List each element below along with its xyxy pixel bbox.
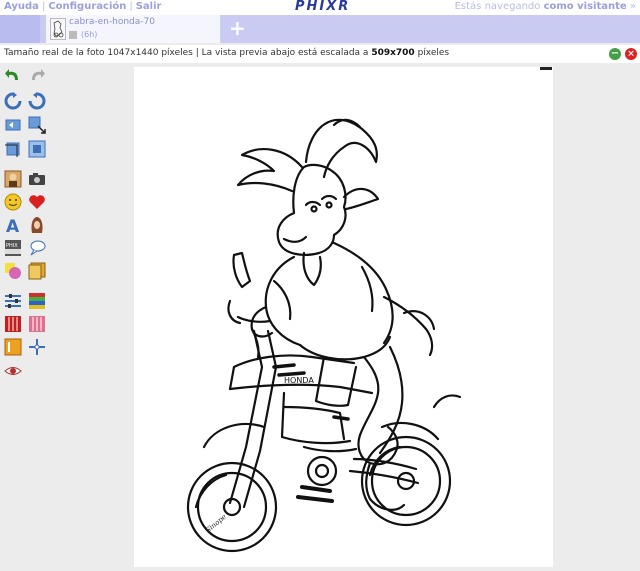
svg-text:PHIX: PHIX: [6, 243, 18, 249]
text-icon[interactable]: A: [4, 216, 22, 234]
visitor-link[interactable]: como visitante: [544, 1, 627, 12]
settings-link[interactable]: Configuración: [48, 1, 126, 12]
eye-icon[interactable]: [4, 362, 22, 380]
flip-horizontal-icon[interactable]: [4, 116, 22, 134]
undo-icon[interactable]: [4, 66, 22, 84]
scroll-handle[interactable]: [540, 67, 552, 70]
phixr-badge-icon[interactable]: PHIX: [4, 239, 22, 257]
portrait-icon[interactable]: [4, 170, 22, 188]
add-tab-button[interactable]: +: [229, 18, 246, 38]
tab-status-icon: [69, 30, 77, 39]
app-logo[interactable]: PHIXR: [295, 0, 350, 14]
sharpen-cross-icon[interactable]: [28, 338, 46, 356]
speech-bubble-icon[interactable]: [28, 239, 46, 257]
tab-title: cabra-en-honda-70: [69, 17, 155, 27]
svg-text:A: A: [6, 217, 20, 234]
tab-age: (6h): [69, 30, 97, 39]
crop-frame-icon[interactable]: [28, 140, 46, 158]
crop-icon[interactable]: [4, 140, 22, 158]
filter-orange-icon[interactable]: [4, 338, 22, 356]
tab-current-photo[interactable]: cabra-en-honda-70 (6h): [46, 15, 221, 43]
color-palette-icon[interactable]: [28, 292, 46, 310]
tab-previous[interactable]: [0, 15, 40, 43]
resize-icon[interactable]: [28, 116, 46, 134]
photo-preview[interactable]: HONDA Sinope: [134, 67, 553, 567]
logout-link[interactable]: Salir: [136, 1, 162, 12]
redo-icon[interactable]: [28, 66, 46, 84]
border-pink-icon[interactable]: [28, 315, 46, 333]
border-red-icon[interactable]: [4, 315, 22, 333]
adjust-sliders-icon[interactable]: [4, 292, 22, 310]
smiley-icon[interactable]: [4, 193, 22, 211]
top-links: Ayuda | Configuración | Salir: [4, 1, 162, 12]
goat-on-motorcycle-drawing: HONDA Sinope: [186, 118, 462, 553]
tab-strip: cabra-en-honda-70 (6h) +: [0, 15, 640, 43]
help-link[interactable]: Ayuda: [4, 1, 39, 12]
rotate-left-icon[interactable]: [4, 92, 22, 110]
hair-icon[interactable]: [28, 216, 46, 234]
svg-text:HONDA: HONDA: [284, 376, 314, 385]
visitor-status: Estás navegando como visitante »: [454, 1, 636, 12]
close-button[interactable]: ×: [625, 48, 637, 60]
shapes-icon[interactable]: [4, 262, 22, 280]
minimize-button[interactable]: −: [609, 48, 621, 60]
info-bar: Tamaño real de la foto 1047x1440 píxeles…: [0, 45, 640, 63]
tab-thumbnail: [50, 18, 66, 40]
scaled-size: 509x700: [371, 48, 415, 58]
top-bar: Ayuda | Configuración | Salir PHIXR Estás na…: [0, 0, 640, 15]
size-info: Tamaño real de la foto 1047x1440 píxeles…: [4, 48, 450, 58]
camera-icon[interactable]: [28, 170, 46, 188]
svg-text:Sinope: Sinope: [204, 513, 228, 535]
heart-icon[interactable]: [28, 193, 46, 211]
frame-icon[interactable]: [28, 262, 46, 280]
rotate-right-icon[interactable]: [28, 92, 46, 110]
tool-palette: A PHIX: [0, 64, 60, 567]
